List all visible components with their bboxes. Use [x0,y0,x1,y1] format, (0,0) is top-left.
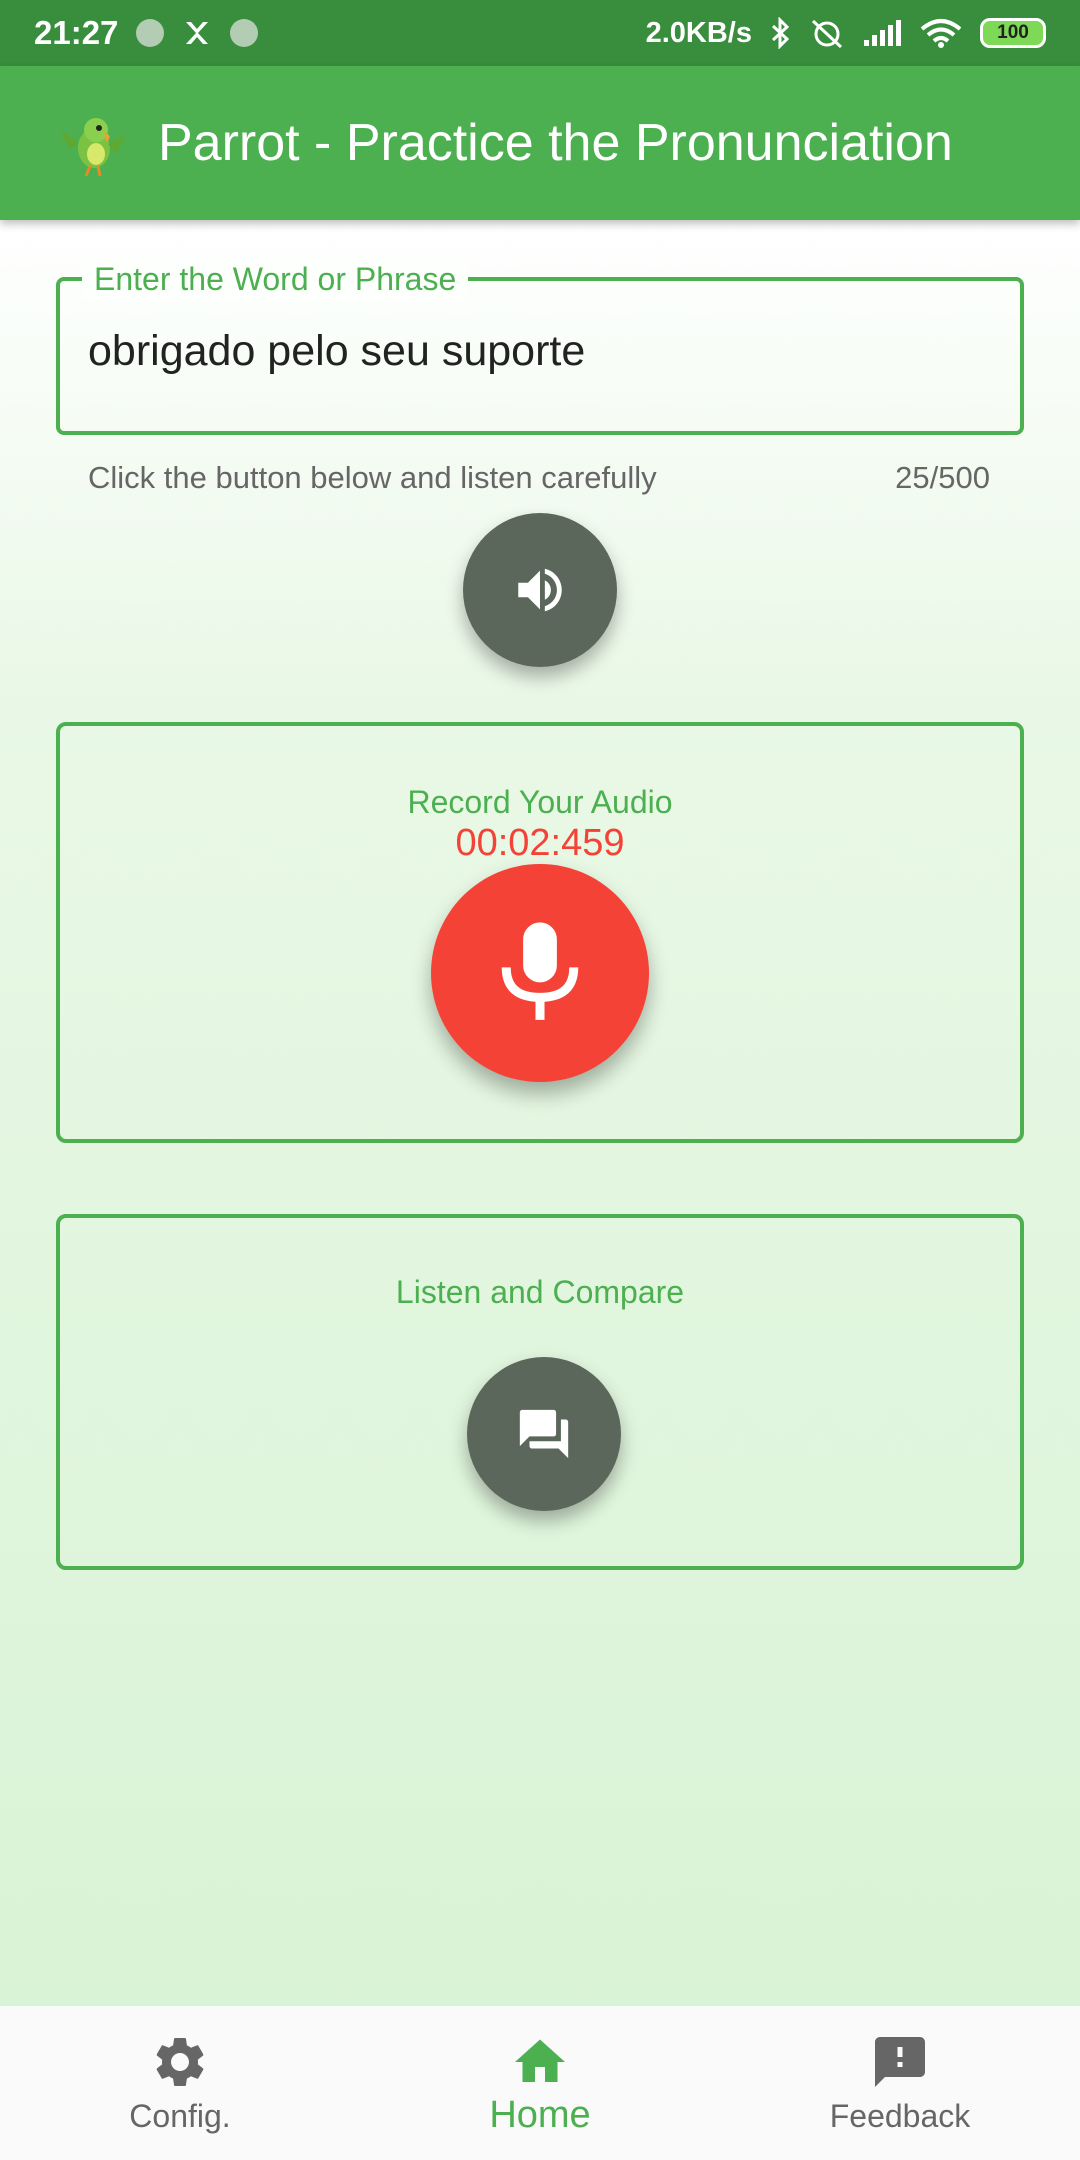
nav-config-label: Config. [129,2098,231,2134]
nav-home[interactable]: Home [440,2006,640,2160]
signal-icon [864,20,901,46]
app-bar: Parrot - Practice the Pronunciation [0,66,1080,220]
parrot-icon [60,118,126,177]
network-speed: 2.0KB/s [645,16,752,49]
app-notification-icon [186,22,209,44]
phrase-text-field[interactable]: Enter the Word or Phrase [56,257,1024,435]
phrase-field-label: Enter the Word or Phrase [82,257,469,301]
nav-config[interactable]: Config. [80,2006,280,2160]
alarm-off-icon [811,19,843,49]
notification-icon [136,19,165,47]
bottom-navigation: Config. Home Feedback [0,2005,1080,2160]
gear-icon [156,2037,204,2086]
nav-feedback[interactable]: Feedback [800,2006,1000,2160]
compare-title: Listen and Compare [395,1274,685,1310]
character-counter: 25/500 [895,460,990,495]
nav-feedback-label: Feedback [829,2098,971,2134]
microphone-icon [501,922,579,1020]
record-timer: 00:02:459 [455,822,625,864]
wifi-icon [920,19,962,48]
listen-compare-button[interactable] [467,1357,621,1511]
feedback-icon [875,2037,925,2087]
helper-text: Click the button below and listen carefu… [88,460,657,495]
home-icon [515,2039,565,2082]
bluetooth-icon [771,17,790,49]
phrase-input[interactable] [88,327,988,376]
record-button[interactable] [431,864,649,1082]
compare-card: Listen and Compare [56,1214,1024,1570]
app-title: Parrot - Practice the Pronunciation [158,114,953,172]
status-bar: 21:27 2.0KB/s 100 [0,0,1080,66]
battery-indicator: 100 [980,18,1046,48]
notification-icon [230,19,259,47]
record-title: Record Your Audio [407,784,673,820]
record-card: Record Your Audio 00:02:459 [56,722,1024,1143]
play-pronunciation-button[interactable] [463,513,617,667]
forum-icon [519,1409,569,1459]
status-time: 21:27 [34,14,119,51]
nav-home-label: Home [489,2094,591,2136]
speaker-icon [518,568,562,612]
